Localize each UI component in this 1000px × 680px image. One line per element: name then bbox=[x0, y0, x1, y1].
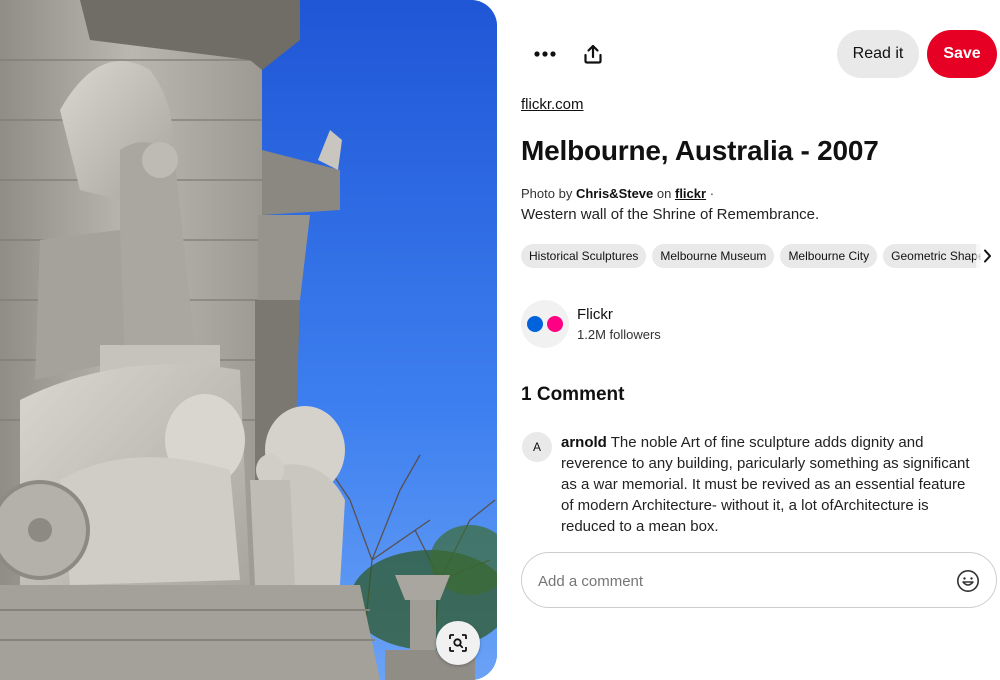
add-comment-box bbox=[521, 552, 997, 608]
tag-chip[interactable]: Melbourne City bbox=[780, 244, 878, 268]
chevron-right-icon bbox=[983, 249, 991, 263]
credit-separator: · bbox=[709, 186, 715, 201]
pin-description: Western wall of the Shrine of Remembranc… bbox=[521, 206, 820, 223]
creator-avatar[interactable] bbox=[521, 300, 569, 348]
credit-on: on bbox=[656, 186, 672, 201]
tag-list: Historical Sculptures Melbourne Museum M… bbox=[521, 244, 998, 270]
pin-image[interactable] bbox=[0, 0, 497, 680]
tag-chip[interactable]: Historical Sculptures bbox=[521, 244, 647, 268]
pin-toolbar: Read it Save bbox=[521, 30, 998, 78]
credit-site-link[interactable]: flickr bbox=[675, 186, 706, 201]
visual-search-button[interactable] bbox=[436, 621, 480, 665]
photo-credit: Photo by Chris&Steve on flickr · bbox=[521, 186, 714, 201]
comment-body: arnold The noble Art of fine sculpture a… bbox=[561, 432, 981, 537]
comment-input[interactable] bbox=[538, 563, 948, 599]
flickr-pink-dot-icon bbox=[547, 316, 563, 332]
source-link[interactable]: flickr.com bbox=[521, 96, 584, 113]
share-button[interactable] bbox=[569, 30, 617, 78]
pin-image-illustration bbox=[0, 0, 497, 680]
more-options-button[interactable] bbox=[521, 30, 569, 78]
creator-info: Flickr 1.2M followers bbox=[521, 300, 821, 348]
comments-heading: 1 Comment bbox=[521, 384, 625, 405]
share-upload-icon bbox=[584, 44, 602, 64]
flickr-blue-dot-icon bbox=[527, 316, 543, 332]
save-button[interactable]: Save bbox=[927, 30, 997, 78]
comment-avatar[interactable]: A bbox=[522, 432, 552, 462]
read-it-button[interactable]: Read it bbox=[837, 30, 919, 78]
smiley-face-icon bbox=[957, 570, 979, 592]
lens-search-icon bbox=[449, 634, 467, 652]
creator-follower-count: 1.2M followers bbox=[577, 327, 661, 342]
credit-author: Chris&Steve bbox=[575, 186, 654, 201]
tags-scroll-right-button[interactable] bbox=[976, 244, 998, 268]
pin-title: Melbourne, Australia - 2007 bbox=[521, 135, 879, 166]
credit-prefix: Photo by bbox=[521, 186, 573, 201]
tag-chip[interactable]: Melbourne Museum bbox=[652, 244, 775, 268]
tag-chip[interactable]: Geometric Shapes bbox=[883, 244, 981, 268]
comment-author[interactable]: arnold bbox=[561, 434, 607, 451]
creator-name[interactable]: Flickr bbox=[577, 306, 613, 323]
pin-details-panel: Read it Save flickr.com Melbourne, Austr… bbox=[521, 0, 998, 680]
comment-text: The noble Art of fine sculpture adds dig… bbox=[561, 434, 970, 535]
more-horizontal-icon bbox=[534, 51, 556, 57]
emoji-picker-button[interactable] bbox=[956, 569, 980, 593]
